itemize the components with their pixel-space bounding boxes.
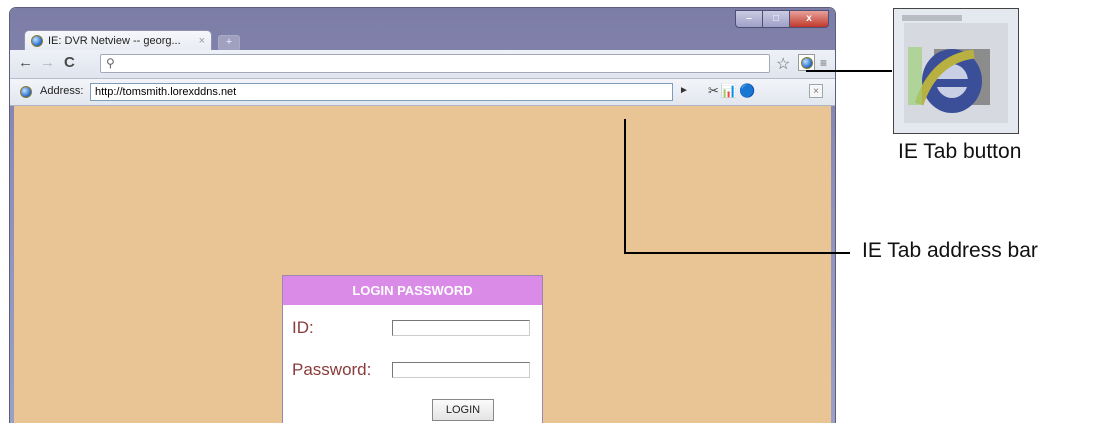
address-label: Address: [40,85,84,97]
search-icon: ⚲ [106,56,115,70]
close-bar-icon[interactable]: × [809,84,823,98]
navigation-bar: ← → C ⚲ ☆ ≡ [10,50,835,79]
minimize-button[interactable]: – [735,10,763,28]
login-panel: LOGIN PASSWORD ID: Password: LOGIN [282,275,543,423]
ie-icon [31,35,43,47]
forward-icon[interactable]: → [40,54,55,71]
maximize-button[interactable]: □ [762,10,790,28]
omnibox-input[interactable]: ⚲ [100,54,770,73]
ie-tab-address-bar-label: IE Tab address bar [862,239,1038,262]
ie-tab-icon [894,9,1018,133]
callout-line [624,119,626,254]
reload-icon[interactable]: C [64,54,75,71]
id-label: ID: [292,318,314,337]
browser-window: IE: DVR Netview -- georg... × + – □ x ← … [10,8,835,423]
back-icon[interactable]: ← [18,54,33,71]
password-label: Password: [292,360,372,379]
ie-tab-button-label: IE Tab button [898,140,1022,163]
bookmark-star-icon[interactable]: ☆ [776,54,790,74]
window-controls: – □ x [735,10,829,28]
menu-icon[interactable]: ≡ [820,56,827,70]
id-field[interactable] [392,320,530,336]
browser-tab[interactable]: IE: DVR Netview -- georg... × [24,30,212,51]
tools-icons[interactable]: ✂📊🔵 [708,83,757,99]
ie-icon [801,57,813,69]
ie-tab-button-zoom [893,8,1019,134]
ie-tab-button[interactable] [798,54,815,71]
page-content: LOGIN PASSWORD ID: Password: LOGIN [14,106,831,423]
title-bar: IE: DVR Netview -- georg... × + – □ x [10,8,835,51]
go-button[interactable]: ► [679,85,689,96]
callout-line [624,252,850,254]
tab-title: IE: DVR Netview -- georg... [48,35,181,47]
login-title: LOGIN PASSWORD [283,276,542,305]
tab-close-icon[interactable]: × [199,35,205,47]
address-input[interactable]: http://tomsmith.lorexddns.net [90,83,673,101]
close-window-button[interactable]: x [789,10,829,28]
callout-line [806,70,892,72]
password-field[interactable] [392,362,530,378]
login-button[interactable]: LOGIN [432,399,494,421]
ie-tab-address-bar: Address: http://tomsmith.lorexddns.net ►… [10,79,835,106]
ie-icon [20,86,32,98]
new-tab-button[interactable]: + [218,35,240,51]
